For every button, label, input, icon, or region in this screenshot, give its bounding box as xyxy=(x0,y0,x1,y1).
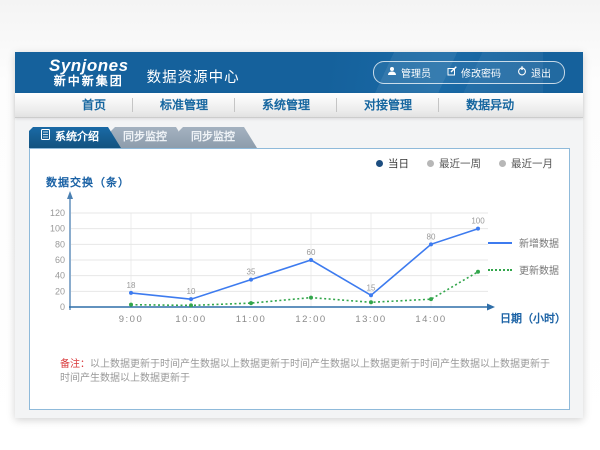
data-point xyxy=(249,301,253,305)
data-point xyxy=(129,291,133,295)
y-tick-label: 80 xyxy=(55,239,65,249)
data-point xyxy=(476,270,480,274)
tab-system-intro[interactable]: 系统介绍 xyxy=(29,127,121,148)
document-icon xyxy=(41,127,50,148)
radio-dot-icon xyxy=(376,160,383,167)
chart-legend: 新增数据 更新数据 xyxy=(488,235,559,289)
time-range-filter: 当日 最近一周 最近一月 xyxy=(376,156,553,171)
data-point xyxy=(129,303,133,307)
y-tick-label: 120 xyxy=(50,208,65,218)
data-point xyxy=(369,300,373,304)
solid-line-swatch-icon xyxy=(488,242,512,244)
filter-today[interactable]: 当日 xyxy=(376,156,409,171)
filter-today-label: 当日 xyxy=(388,156,409,171)
data-point-label: 100 xyxy=(471,217,485,226)
tab-sync-monitor-1[interactable]: 同步监控 xyxy=(111,127,189,148)
x-tick-label: 11:00 xyxy=(236,314,267,325)
legend-label: 更新数据 xyxy=(519,262,559,277)
y-axis-arrow-icon xyxy=(67,191,73,199)
main-nav: 首页 标准管理 系统管理 对接管理 数据异动 xyxy=(15,93,583,118)
x-tick-label: 10:00 xyxy=(175,314,206,325)
filter-last-month-label: 最近一月 xyxy=(511,156,553,171)
brand-logo-en: Synjones xyxy=(49,57,129,75)
data-point xyxy=(189,297,193,301)
tab-bar: 系统介绍 同步监控 同步监控 xyxy=(29,127,583,148)
radio-dot-icon xyxy=(499,160,506,167)
data-point-label: 60 xyxy=(307,248,316,257)
user-icon xyxy=(387,66,397,79)
y-tick-label: 60 xyxy=(55,255,65,265)
logout-label: 退出 xyxy=(531,65,551,80)
y-tick-label: 20 xyxy=(55,286,65,296)
nav-item-changes[interactable]: 数据异动 xyxy=(439,93,541,117)
legend-entry-new-data[interactable]: 新增数据 xyxy=(488,235,559,250)
current-user-button[interactable]: 管理员 xyxy=(387,65,431,80)
dotted-line-swatch-icon xyxy=(488,269,512,271)
tab-sync-monitor-2[interactable]: 同步监控 xyxy=(179,127,257,148)
y-axis-title: 数据交换（条） xyxy=(46,174,130,190)
chart-panel: 当日 最近一周 最近一月 数据交换（条） 0 20 40 60 80 100 120 9:00… xyxy=(29,148,570,410)
filter-last-week[interactable]: 最近一周 xyxy=(427,156,481,171)
power-icon xyxy=(517,66,527,79)
data-point xyxy=(369,293,373,297)
x-tick-label: 14:00 xyxy=(415,314,446,325)
data-point xyxy=(476,227,480,231)
y-tick-label: 100 xyxy=(50,224,65,234)
tab-label: 系统介绍 xyxy=(55,127,99,148)
data-point xyxy=(249,278,253,282)
footnote-text: 以上数据更新于时间产生数据以上数据更新于时间产生数据以上数据更新于时间产生数据以… xyxy=(60,359,550,384)
data-point xyxy=(189,303,193,307)
edit-icon xyxy=(447,66,457,79)
series-line xyxy=(131,272,478,306)
x-axis-arrow-icon xyxy=(487,304,495,311)
x-tick-label: 13:00 xyxy=(355,314,386,325)
data-point xyxy=(429,242,433,246)
current-user-label: 管理员 xyxy=(401,65,431,80)
nav-item-interface[interactable]: 对接管理 xyxy=(337,93,439,117)
data-point-label: 10 xyxy=(187,287,196,296)
data-point xyxy=(309,296,313,300)
data-point-label: 18 xyxy=(127,281,136,290)
data-point-label: 35 xyxy=(247,268,256,277)
radio-dot-icon xyxy=(427,160,434,167)
x-tick-label: 12:00 xyxy=(295,314,326,325)
brand-logo: Synjones 新中新集团 xyxy=(49,57,129,87)
legend-entry-update-data[interactable]: 更新数据 xyxy=(488,262,559,277)
app-header: Synjones 新中新集团 数据资源中心 管理员 修改密码 退出 xyxy=(15,52,583,93)
y-tick-label: 40 xyxy=(55,271,65,281)
data-point-label: 15 xyxy=(367,283,376,292)
x-axis-title: 日期（小时） xyxy=(500,311,566,325)
page-title: 数据资源中心 xyxy=(147,66,240,87)
brand-logo-cn: 新中新集团 xyxy=(49,75,129,88)
tab-label: 同步监控 xyxy=(123,127,167,148)
change-password-label: 修改密码 xyxy=(461,65,501,80)
nav-item-standards[interactable]: 标准管理 xyxy=(133,93,235,117)
x-tick-label: 9:00 xyxy=(119,314,144,325)
data-point-label: 80 xyxy=(427,232,436,241)
user-toolbar: 管理员 修改密码 退出 xyxy=(373,61,565,84)
nav-item-home[interactable]: 首页 xyxy=(55,93,133,117)
y-tick-label: 0 xyxy=(60,302,65,312)
tab-label: 同步监控 xyxy=(191,127,235,148)
app-window: Synjones 新中新集团 数据资源中心 管理员 修改密码 退出 首页 标准管… xyxy=(15,52,583,418)
legend-label: 新增数据 xyxy=(519,235,559,250)
data-point xyxy=(429,297,433,301)
logout-button[interactable]: 退出 xyxy=(517,65,551,80)
footnote-label: 备注： xyxy=(60,359,90,370)
data-point xyxy=(309,258,313,262)
change-password-button[interactable]: 修改密码 xyxy=(447,65,501,80)
footnote: 备注：以上数据更新于时间产生数据以上数据更新于时间产生数据以上数据更新于时间产生… xyxy=(60,358,551,386)
nav-item-system[interactable]: 系统管理 xyxy=(235,93,337,117)
filter-last-month[interactable]: 最近一月 xyxy=(499,156,553,171)
filter-last-week-label: 最近一周 xyxy=(439,156,481,171)
